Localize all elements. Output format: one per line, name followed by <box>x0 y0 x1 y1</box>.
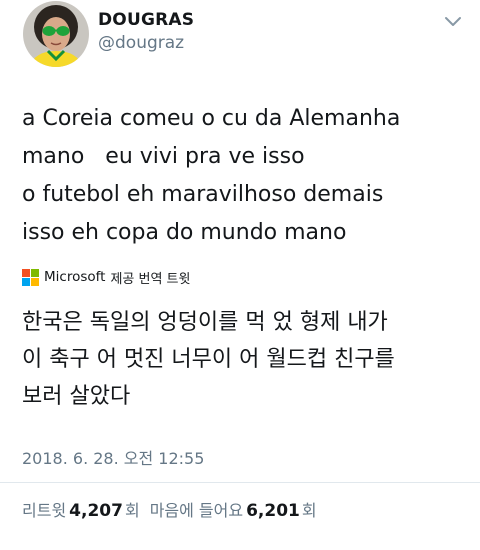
display-name[interactable]: DOUGRAS <box>98 10 194 30</box>
translated-line: 보러 살았다 <box>22 384 131 409</box>
microsoft-logo-icon <box>22 268 39 286</box>
likes-suffix: 회 <box>301 501 317 520</box>
retweets-stat[interactable]: 리트윗 4,207 회 <box>22 497 140 521</box>
retweets-count: 4,207 <box>69 501 123 521</box>
translated-line: 한국은 독일의 엉덩이를 먹 었 형제 내가 <box>22 310 388 335</box>
tweet-timestamp[interactable]: 2018. 6. 28. 오전 12:55 <box>22 445 204 469</box>
retweets-suffix: 회 <box>124 501 140 520</box>
translate-tweet-link[interactable]: Microsoft 제공 번역 트윗 <box>22 267 190 287</box>
tweet-line: mano eu vivi pra ve isso <box>22 144 305 169</box>
likes-label: 마음에 들어요 <box>149 501 244 520</box>
tweet-card: DOUGRAS @dougraz a Coreia comeu o cu da … <box>0 0 480 550</box>
retweets-label: 리트윗 <box>22 501 67 520</box>
user-handle[interactable]: @dougraz <box>98 33 184 53</box>
avatar[interactable] <box>23 1 89 67</box>
tweet-line: isso eh copa do mundo mano <box>22 220 347 245</box>
tweet-line: a Coreia comeu o cu da Alemanha <box>22 106 401 131</box>
tweet-text: a Coreia comeu o cu da Alemanha mano eu … <box>22 100 472 252</box>
likes-count: 6,201 <box>246 501 300 521</box>
translation-provider: Microsoft <box>44 269 106 285</box>
chevron-down-icon[interactable] <box>442 14 464 30</box>
tweet-line: o futebol eh maravilhoso demais <box>22 182 384 207</box>
translation-label: 제공 번역 트윗 <box>110 271 191 287</box>
translated-line: 이 축구 어 멋진 너무이 어 월드컵 친구를 <box>22 347 395 372</box>
tweet-stats: 리트윗 4,207 회 마음에 들어요 6,201 회 <box>22 497 317 521</box>
translated-text: 한국은 독일의 엉덩이를 먹 었 형제 내가 이 축구 어 멋진 너무이 어 월… <box>22 304 472 415</box>
likes-stat[interactable]: 마음에 들어요 6,201 회 <box>150 497 317 521</box>
divider <box>0 482 480 483</box>
avatar-image <box>23 1 89 67</box>
